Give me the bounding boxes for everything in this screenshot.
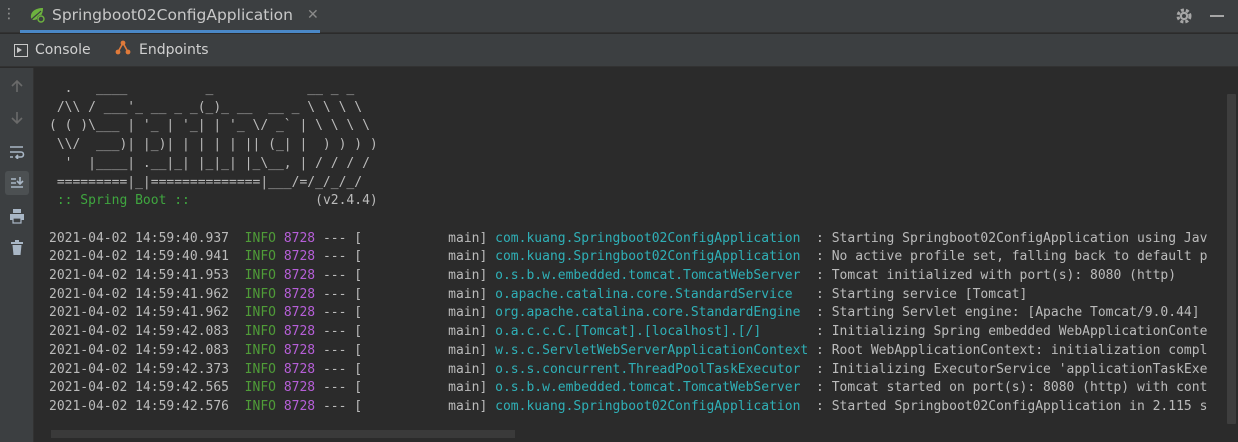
close-tab-icon[interactable]: ✕ xyxy=(307,7,319,23)
soft-wrap-icon[interactable] xyxy=(5,140,29,164)
horizontal-scrollbar[interactable] xyxy=(51,430,515,438)
log-line: 2021-04-02 14:59:42.576 INFO 8728 --- [ … xyxy=(49,398,1208,414)
log-line: 2021-04-02 14:59:41.962 INFO 8728 --- [ … xyxy=(49,305,1200,321)
arrow-up-icon[interactable] xyxy=(5,74,29,98)
banner-line: \\/ ___)| |_)| | | | | || (_| | ) ) ) ) xyxy=(49,137,378,153)
log-line: 2021-04-02 14:59:41.953 INFO 8728 --- [ … xyxy=(49,268,1177,284)
tab-endpoints-label: Endpoints xyxy=(139,42,209,58)
trash-icon[interactable] xyxy=(5,236,29,260)
console-output[interactable]: . ____ _ __ _ _ /\\ / ___'_ __ _ _(_)_ _… xyxy=(35,68,1238,442)
console-log-text: . ____ _ __ _ _ /\\ / ___'_ __ _ _(_)_ _… xyxy=(49,80,1207,417)
spring-boot-label: :: Spring Boot :: xyxy=(49,193,198,209)
log-line: 2021-04-02 14:59:42.373 INFO 8728 --- [ … xyxy=(49,361,1208,377)
gear-icon[interactable] xyxy=(1174,6,1194,26)
banner-line: /\\ / ___'_ __ _ _(_)_ __ __ _ \ \ \ \ xyxy=(49,99,363,115)
spring-boot-version: (v2.4.4) xyxy=(197,193,378,209)
log-line: 2021-04-02 14:59:40.941 INFO 8728 --- [ … xyxy=(49,249,1208,265)
scroll-to-end-icon[interactable] xyxy=(5,171,29,195)
console-icon xyxy=(14,43,28,57)
endpoints-icon xyxy=(114,40,132,60)
tab-endpoints[interactable]: Endpoints xyxy=(114,34,209,66)
arrow-down-icon[interactable] xyxy=(5,106,29,130)
print-icon[interactable] xyxy=(5,204,29,228)
console-toolbar xyxy=(0,68,34,442)
log-line: 2021-04-02 14:59:42.083 INFO 8728 --- [ … xyxy=(49,342,1208,358)
run-tool-window-header: ⋮ Springboot02ConfigApplication ✕ xyxy=(0,0,1238,33)
tab-console[interactable]: Console xyxy=(14,34,91,66)
minimize-icon[interactable] xyxy=(1210,15,1224,17)
more-options-icon[interactable]: ⋮ xyxy=(2,6,16,22)
vertical-scrollbar[interactable] xyxy=(1227,94,1236,424)
banner-line: ' |____| .__|_| |_|_| |_\__, | / / / / xyxy=(49,155,370,171)
run-tab-springboot02[interactable]: Springboot02ConfigApplication ✕ xyxy=(20,0,320,33)
console-tabs-bar: Console Endpoints xyxy=(0,34,1238,67)
run-tab-title: Springboot02ConfigApplication xyxy=(52,6,293,24)
tab-console-label: Console xyxy=(35,42,91,58)
log-line: 2021-04-02 14:59:42.083 INFO 8728 --- [ … xyxy=(49,324,1208,340)
banner-line: ( ( )\___ | '_ | '_| | '_ \/ _` | \ \ \ … xyxy=(49,118,370,134)
log-line: 2021-04-02 14:59:42.565 INFO 8728 --- [ … xyxy=(49,380,1208,396)
log-line: 2021-04-02 14:59:40.937 INFO 8728 --- [ … xyxy=(49,230,1208,246)
banner-line: . ____ _ __ _ _ xyxy=(49,81,355,96)
log-line: 2021-04-02 14:59:41.962 INFO 8728 --- [ … xyxy=(49,286,1028,302)
spring-boot-icon xyxy=(28,6,46,24)
banner-line: =========|_|==============|___/=/_/_/_/ xyxy=(49,174,363,190)
